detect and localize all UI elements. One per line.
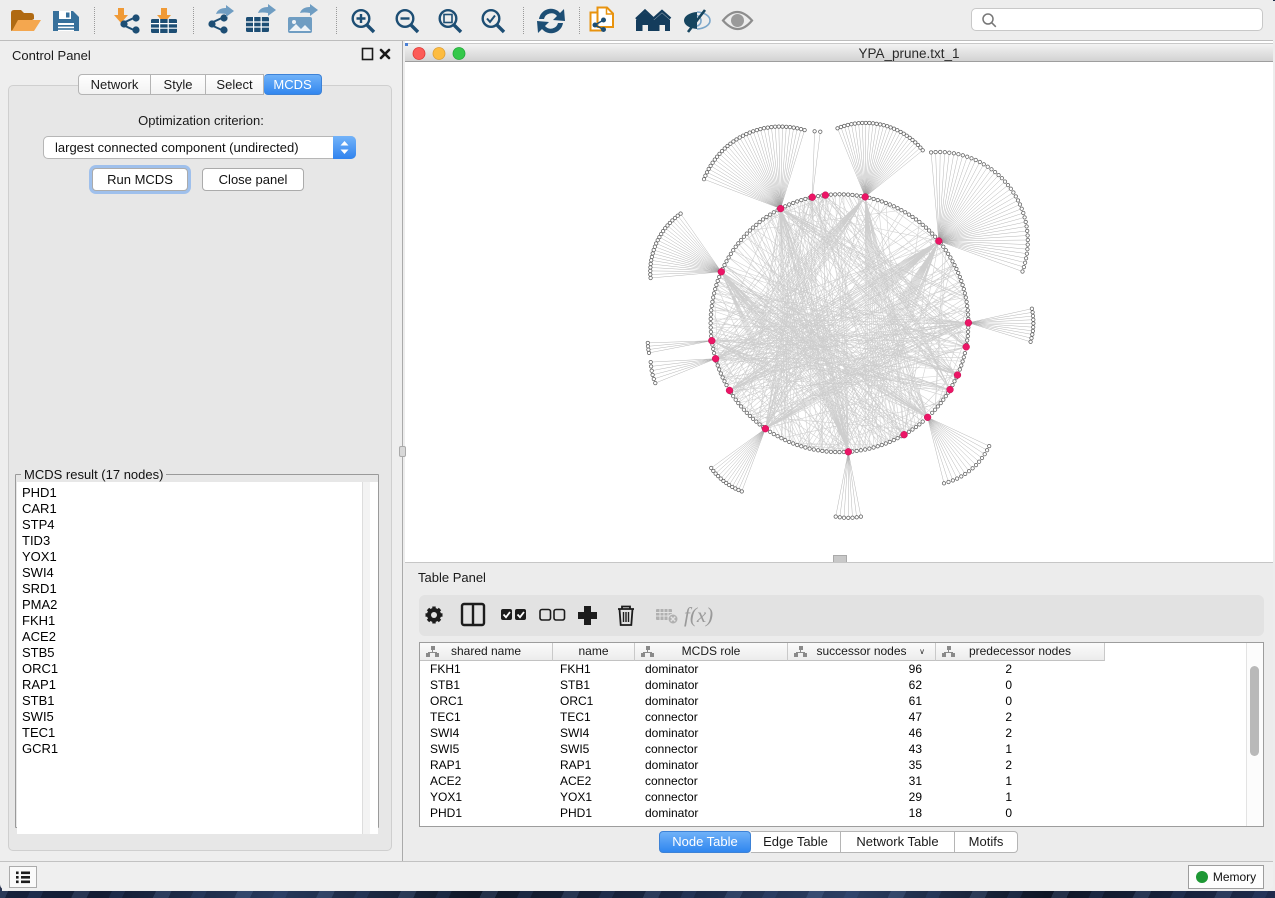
- svg-text:f(x): f(x): [684, 603, 713, 627]
